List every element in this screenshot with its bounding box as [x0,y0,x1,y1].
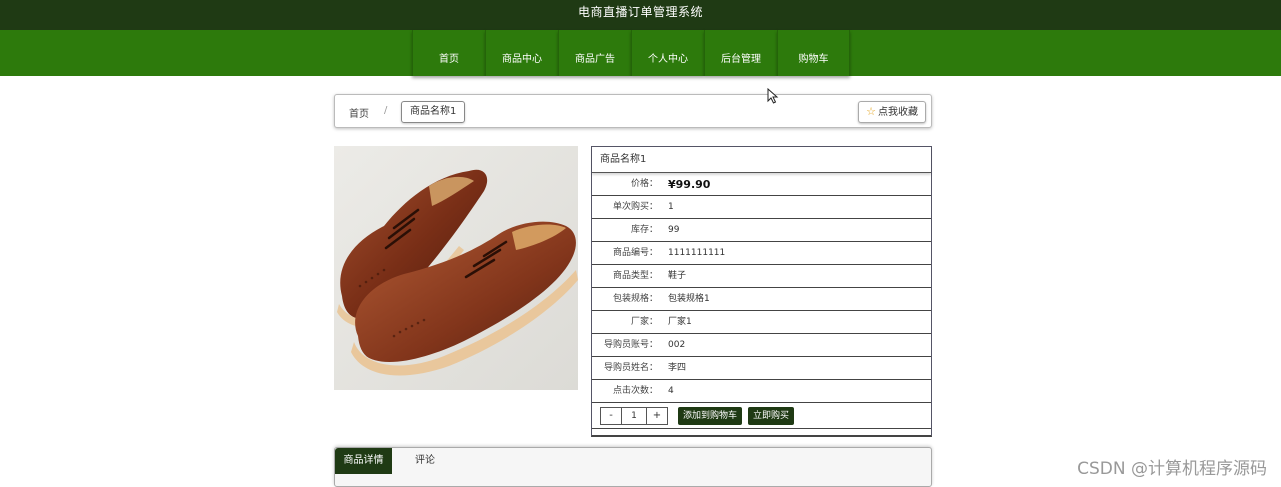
nav-product-center[interactable]: 商品中心 [485,30,558,76]
top-header: 电商直播订单管理系统 [0,0,1281,30]
nav-home[interactable]: 首页 [412,30,485,76]
info-row: 导购员姓名： 李四 [592,357,931,380]
favorite-button[interactable]: ☆ 点我收藏 [858,101,926,123]
info-value: 1111111111 [668,248,726,258]
nav-admin[interactable]: 后台管理 [704,30,777,76]
info-value: 包装规格1 [668,294,710,304]
info-row: 单次购买： 1 [592,196,931,219]
quantity-input[interactable]: 1 [621,407,647,424]
info-value: 002 [668,340,686,350]
nav-personal-center[interactable]: 个人中心 [631,30,704,76]
info-row: 商品编号： 1111111111 [592,242,931,265]
info-value: 99 [668,225,680,235]
tab-comments[interactable]: 评论 [405,448,445,474]
breadcrumb-current: 商品名称1 [401,101,466,123]
info-label: 包装规格： [612,294,658,304]
info-label: 商品编号： [612,248,658,258]
star-icon: ☆ [866,105,876,118]
detail-tabs: 商品详情 评论 [334,447,932,487]
info-value: 李四 [668,363,687,373]
buy-now-button[interactable]: 立即购买 [748,406,795,425]
info-row: 商品类型： 鞋子 [592,265,931,288]
add-to-cart-button[interactable]: 添加到购物车 [678,406,743,425]
main-nav: 首页 商品中心 商品广告 个人中心 后台管理 购物车 [0,30,1281,76]
info-row: 库存： 99 [592,219,931,242]
table-footer [592,429,931,435]
info-label: 商品类型： [612,271,658,281]
site-title: 电商直播订单管理系统 [577,5,703,19]
product-image [334,146,578,390]
price-value: ¥99.90 [668,178,711,191]
info-label: 厂家： [630,317,658,327]
info-value: 厂家1 [668,317,692,327]
purchase-actions: - 1 + 添加到购物车 立即购买 [592,403,931,429]
info-value: 4 [668,386,674,396]
product-info-table: 商品名称1 价格： ¥99.90 单次购买： 1 库存： 99 商品编号： 11… [591,146,932,437]
nav-cart[interactable]: 购物车 [777,30,850,76]
info-label: 点击次数： [612,386,658,396]
quantity-plus-button[interactable]: + [647,407,667,424]
quantity-stepper: - 1 + [600,406,668,425]
info-label: 库存： [630,225,658,235]
favorite-label: 点我收藏 [878,107,918,118]
info-row: 包装规格： 包装规格1 [592,288,931,311]
breadcrumb-home[interactable]: 首页 [349,105,369,120]
info-row-price: 价格： ¥99.90 [592,173,931,196]
info-label: 导购员账号： [603,340,658,350]
info-value: 1 [668,202,674,212]
info-row: 厂家： 厂家1 [592,311,931,334]
price-label: 价格： [630,179,658,189]
breadcrumb: 首页 / 商品名称1 ☆ 点我收藏 [334,94,932,128]
breadcrumb-separator: / [384,105,388,116]
nav-product-ads[interactable]: 商品广告 [558,30,631,76]
info-row: 点击次数： 4 [592,380,931,403]
info-label: 导购员姓名： [603,363,658,373]
shoes-illustration [334,146,578,390]
product-name: 商品名称1 [592,147,931,173]
info-label: 单次购买： [612,202,658,212]
watermark: CSDN @计算机程序源码 [1077,459,1267,479]
info-value: 鞋子 [668,271,687,281]
quantity-minus-button[interactable]: - [601,407,621,424]
mouse-cursor-icon [767,88,779,104]
info-row: 导购员账号： 002 [592,334,931,357]
tab-product-details[interactable]: 商品详情 [335,448,392,474]
